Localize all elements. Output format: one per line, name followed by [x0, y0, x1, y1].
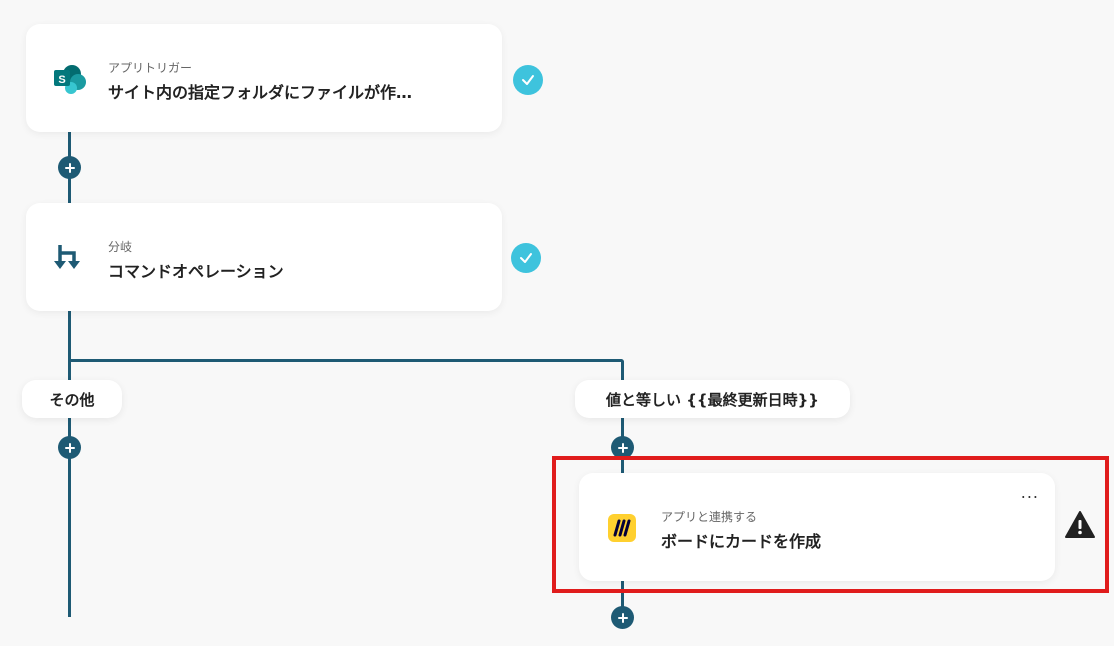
check-icon — [513, 65, 543, 95]
branch-subtitle: 分岐 — [108, 240, 133, 254]
branch-label-other[interactable]: その他 — [22, 380, 122, 418]
warning-icon — [1064, 510, 1096, 540]
miro-icon — [607, 513, 643, 543]
miro-action-title: ボードにカードを作成 — [661, 532, 822, 551]
add-step-button[interactable] — [611, 606, 634, 629]
branch-card[interactable]: 分岐 コマンドオペレーション — [26, 203, 502, 311]
sharepoint-icon: S — [52, 64, 88, 94]
branch-title: コマンドオペレーション — [108, 262, 284, 281]
add-step-button[interactable] — [58, 436, 81, 459]
svg-text:S: S — [58, 74, 65, 86]
add-step-button[interactable] — [58, 156, 81, 179]
branch-label-other-text: その他 — [49, 390, 95, 409]
branch-label-equals[interactable]: 値と等しい {{最終更新日時}} — [575, 380, 850, 418]
more-options-button[interactable]: ... — [1021, 483, 1039, 502]
branch-label-equals-text: 値と等しい {{最終更新日時}} — [606, 390, 819, 409]
trigger-subtitle: アプリトリガー — [108, 61, 193, 75]
branch-icon — [52, 243, 88, 273]
miro-action-subtitle: アプリと連携する — [661, 510, 758, 524]
connector-branch-horizontal — [68, 359, 624, 362]
trigger-card[interactable]: S アプリトリガー サイト内の指定フォルダにファイルが作… — [26, 24, 502, 132]
trigger-title: サイト内の指定フォルダにファイルが作… — [108, 83, 413, 102]
check-icon — [511, 243, 541, 273]
miro-action-card[interactable]: アプリと連携する ボードにカードを作成 ... — [579, 473, 1055, 581]
